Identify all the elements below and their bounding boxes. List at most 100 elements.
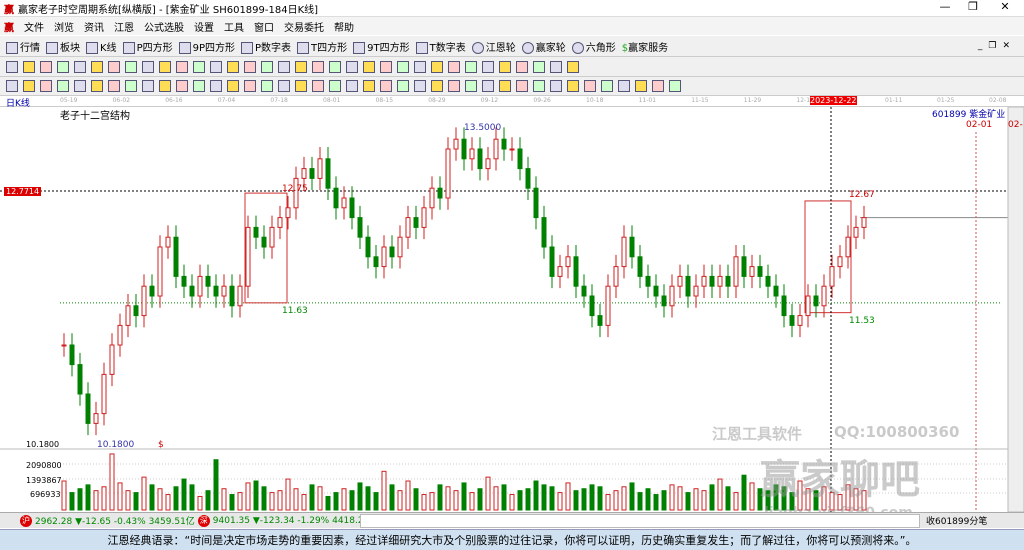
tool-icon[interactable]	[40, 80, 52, 92]
maximize-button[interactable]: ❐	[958, 0, 988, 13]
tool-icon[interactable]	[363, 80, 375, 92]
tool-icon[interactable]	[57, 80, 69, 92]
tool-icon[interactable]	[669, 80, 681, 92]
analysis-icons[interactable]	[6, 80, 686, 92]
menu-browse[interactable]: 浏览	[54, 19, 74, 34]
tool-icon[interactable]	[346, 60, 358, 73]
tool-icon[interactable]	[414, 80, 426, 92]
tool-icon[interactable]	[91, 80, 103, 92]
tool-icon[interactable]	[482, 80, 494, 92]
tool-icon[interactable]	[57, 60, 69, 73]
tool-icon[interactable]	[465, 80, 477, 92]
tool-icon[interactable]	[227, 60, 239, 73]
tool-icon[interactable]	[74, 60, 86, 73]
tool-icon[interactable]	[397, 60, 409, 73]
toolbar-t-square[interactable]: T四方形	[297, 39, 347, 54]
tool-icon[interactable]	[159, 60, 171, 73]
tool-icon[interactable]	[380, 80, 392, 92]
menu-window[interactable]: 窗口	[254, 19, 274, 34]
tool-icon[interactable]	[6, 60, 18, 73]
tool-icon[interactable]	[346, 80, 358, 92]
tool-icons[interactable]	[6, 60, 584, 73]
toolbar-t-table[interactable]: T数字表	[415, 39, 466, 54]
tool-icon[interactable]	[414, 60, 426, 73]
tool-icon[interactable]	[193, 80, 205, 92]
toolbar-winner-wheel[interactable]: 赢家轮	[521, 39, 566, 54]
menu-gann[interactable]: 江恩	[114, 19, 134, 34]
tool-icon[interactable]	[499, 60, 511, 73]
tool-icon[interactable]	[278, 60, 290, 73]
shanghai-index[interactable]: 2962.28 ▼-12.65 -0.43% 3459.51亿	[35, 514, 195, 527]
shenzhen-index[interactable]: 9401.35 ▼-123.34 -1.29% 4418.26	[213, 516, 370, 526]
kline-chart[interactable]: 老子十二宫结构 601899 紫金矿业 02-01 02- 12.7714 10…	[0, 106, 1024, 521]
tool-icon[interactable]	[125, 60, 137, 73]
tool-icon[interactable]	[516, 60, 528, 73]
tool-icon[interactable]	[431, 80, 443, 92]
tool-icon[interactable]	[312, 60, 324, 73]
tool-icon[interactable]	[550, 80, 562, 92]
toolbar-gann-wheel[interactable]: 江恩轮	[471, 39, 516, 54]
tool-icon[interactable]	[23, 80, 35, 92]
tool-icon[interactable]	[261, 80, 273, 92]
tool-icon[interactable]	[635, 80, 647, 92]
menu-help[interactable]: 帮助	[334, 19, 354, 34]
toolbar-9p-square[interactable]: 9P四方形	[178, 39, 235, 54]
tool-icon[interactable]	[193, 60, 205, 73]
tool-icon[interactable]	[6, 80, 18, 92]
toolbar-9t-square[interactable]: 9T四方形	[353, 39, 410, 54]
tool-icon[interactable]	[329, 60, 341, 73]
tool-icon[interactable]	[108, 80, 120, 92]
tool-icon[interactable]	[397, 80, 409, 92]
tool-icon[interactable]	[210, 60, 222, 73]
tool-icon[interactable]	[618, 80, 630, 92]
tool-icon[interactable]	[567, 60, 579, 73]
tool-icon[interactable]	[244, 80, 256, 92]
tool-icon[interactable]	[380, 60, 392, 73]
tool-icon[interactable]	[227, 80, 239, 92]
tool-icon[interactable]	[176, 60, 188, 73]
tool-icon[interactable]	[431, 60, 443, 73]
tool-icon[interactable]	[210, 80, 222, 92]
tool-icon[interactable]	[278, 80, 290, 92]
toolbar-quote[interactable]: 行情	[6, 39, 40, 54]
toolbar-p-table[interactable]: P数字表	[241, 39, 291, 54]
toolbar-sector[interactable]: 板块	[46, 39, 80, 54]
tool-icon[interactable]	[601, 80, 613, 92]
tool-icon[interactable]	[159, 80, 171, 92]
toolbar-p-square[interactable]: P四方形	[122, 39, 173, 54]
toolbar-kline[interactable]: K线	[86, 39, 117, 54]
menu-trade[interactable]: 交易委托	[284, 19, 324, 34]
tool-icon[interactable]	[23, 60, 35, 73]
tool-icon[interactable]	[142, 80, 154, 92]
tick-data-link[interactable]: 收601899分笔	[926, 514, 987, 527]
minimize-button[interactable]: —	[930, 0, 960, 13]
tool-icon[interactable]	[567, 80, 579, 92]
tool-icon[interactable]	[176, 80, 188, 92]
horizontal-scrollbar[interactable]	[360, 513, 920, 528]
tool-icon[interactable]	[108, 60, 120, 73]
tool-icon[interactable]	[244, 60, 256, 73]
tool-icon[interactable]	[584, 80, 596, 92]
tool-icon[interactable]	[482, 60, 494, 73]
tool-icon[interactable]	[40, 60, 52, 73]
tool-icon[interactable]	[261, 60, 273, 73]
menu-news[interactable]: 资讯	[84, 19, 104, 34]
tool-icon[interactable]	[74, 80, 86, 92]
menu-tools[interactable]: 工具	[224, 19, 244, 34]
toolbar-hexagon[interactable]: 六角形	[571, 39, 616, 54]
tool-icon[interactable]	[499, 80, 511, 92]
tool-icon[interactable]	[363, 60, 375, 73]
tool-icon[interactable]	[91, 60, 103, 73]
tool-icon[interactable]	[329, 80, 341, 92]
tool-icon[interactable]	[295, 60, 307, 73]
tool-icon[interactable]	[465, 60, 477, 73]
close-button[interactable]: ✕	[990, 0, 1020, 13]
tool-icon[interactable]	[533, 60, 545, 73]
menu-file[interactable]: 文件	[24, 19, 44, 34]
child-window-controls[interactable]: _❐✕	[978, 41, 1016, 51]
tool-icon[interactable]	[312, 80, 324, 92]
menu-formula[interactable]: 公式选股	[144, 19, 184, 34]
toolbar-service[interactable]: $赢家服务	[622, 39, 668, 54]
tool-icon[interactable]	[550, 60, 562, 73]
tool-icon[interactable]	[125, 80, 137, 92]
